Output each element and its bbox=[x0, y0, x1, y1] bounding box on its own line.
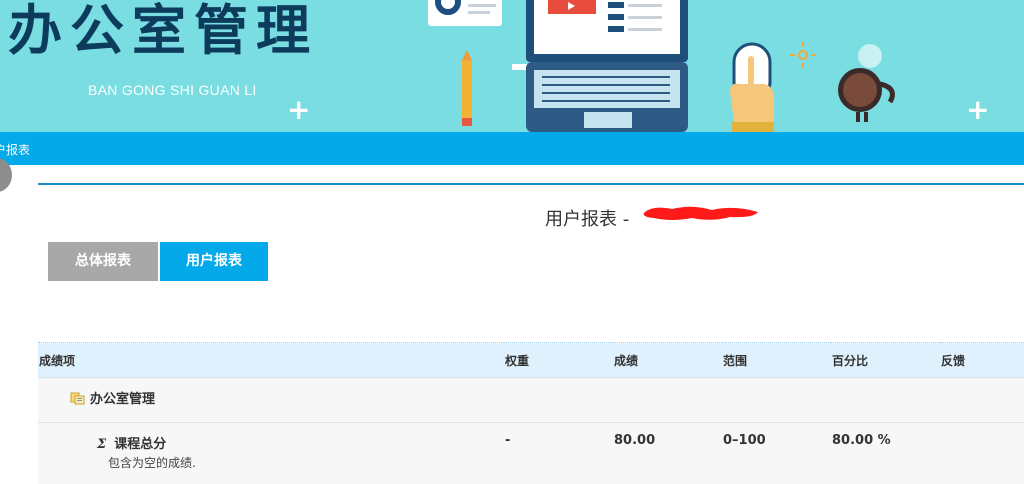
range-cell: 0–100 bbox=[722, 423, 831, 484]
page-title: 用户报表 - bbox=[545, 205, 629, 231]
column-header: 成绩项 bbox=[38, 343, 504, 378]
redacted-name bbox=[642, 203, 760, 223]
table-header-row: 成绩项 权重 成绩 范围 百分比 反馈 bbox=[38, 343, 1024, 378]
column-header: 权重 bbox=[504, 343, 613, 378]
grade-cell: 80.00 bbox=[613, 423, 722, 484]
category-row: 办公室管理 bbox=[38, 378, 1024, 423]
main-content: 用户报表 - 总体报表 用户报表 成绩项 权重 成绩 范围 百分比 反馈 bbox=[38, 183, 1024, 470]
column-header: 成绩 bbox=[613, 343, 722, 378]
sigma-icon: Σ bbox=[97, 437, 106, 452]
feedback-cell bbox=[940, 423, 1024, 484]
content-divider bbox=[38, 183, 1024, 185]
grade-table: 成绩项 权重 成绩 范围 百分比 反馈 办公室管理 bbox=[38, 342, 1024, 484]
column-header: 范围 bbox=[722, 343, 831, 378]
site-title: 办公室管理 bbox=[8, 4, 318, 58]
folder-icon bbox=[70, 391, 85, 405]
grade-item-name: 课程总分 bbox=[114, 437, 166, 452]
grade-item-cell: Σ 课程总分 包含为空的成绩. bbox=[38, 423, 504, 484]
category-cell: 办公室管理 bbox=[38, 378, 1024, 423]
pencil-icon bbox=[460, 50, 474, 130]
header-banner: 办公室管理 BAN GONG SHI GUAN LI + + bbox=[0, 0, 1024, 132]
tab-user-report[interactable]: 用户报表 bbox=[160, 242, 268, 281]
grade-item-note: 包含为空的成绩. bbox=[97, 454, 503, 471]
laptop-icon bbox=[512, 0, 704, 132]
chart-document-icon bbox=[428, 0, 504, 28]
breadcrumb-item[interactable]: 户报表 bbox=[0, 141, 30, 158]
percentage-cell: 80.00 % bbox=[831, 423, 940, 484]
column-header: 反馈 bbox=[940, 343, 1024, 378]
plus-icon: + bbox=[287, 96, 310, 124]
tab-overall-report[interactable]: 总体报表 bbox=[48, 242, 158, 281]
category-name: 办公室管理 bbox=[90, 392, 155, 407]
weight-cell: - bbox=[504, 423, 613, 484]
site-subtitle: BAN GONG SHI GUAN LI bbox=[88, 82, 257, 98]
sparkle-icon bbox=[790, 42, 816, 68]
coffee-cup-icon bbox=[834, 42, 904, 128]
breadcrumb-bar: 户报表 bbox=[0, 132, 1024, 165]
table-row: Σ 课程总分 包含为空的成绩. - 80.00 0–100 80.00 % bbox=[38, 423, 1024, 484]
plus-icon: + bbox=[966, 96, 989, 124]
column-header: 百分比 bbox=[831, 343, 940, 378]
hand-mouse-icon bbox=[728, 42, 778, 132]
